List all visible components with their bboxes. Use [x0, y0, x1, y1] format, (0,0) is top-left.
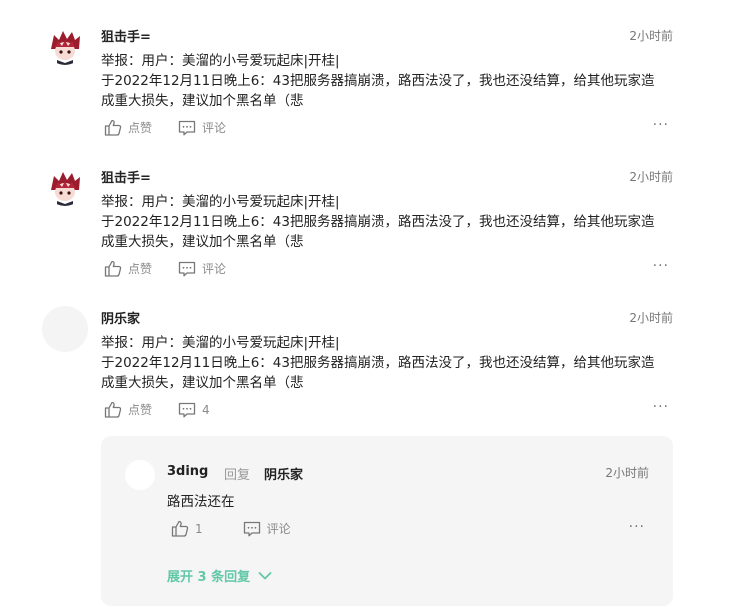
- comment-actions: 点赞 评论: [104, 119, 252, 136]
- thumbs-up-icon: [104, 119, 122, 136]
- author-name[interactable]: 狙击手=: [101, 167, 151, 186]
- comment-line: 于2022年12月11日晚上6：43把服务器搞崩溃，路西法没了，我也还没结算，给…: [101, 73, 655, 89]
- comment-line: 于2022年12月11日晚上6：43把服务器搞崩溃，路西法没了，我也还没结算，给…: [101, 355, 655, 371]
- comment-line: 举报：用户：美溜的小号爱玩起床|开桂|: [101, 53, 340, 69]
- comment-line: 举报：用户：美溜的小号爱玩起床|开桂|: [101, 335, 340, 351]
- thumbs-up-icon: [104, 401, 122, 418]
- author-name[interactable]: 狙击手=: [101, 26, 151, 45]
- like-button[interactable]: 点赞: [104, 260, 152, 277]
- like-count: 1: [195, 521, 203, 536]
- comment-line: 举报：用户：美溜的小号爱玩起床|开桂|: [101, 194, 340, 210]
- comment-icon: [178, 261, 196, 276]
- comment-time: 2小时前: [629, 311, 673, 325]
- comment-section: 狙击手= 2小时前 举报：用户：美溜的小号爱玩起床|开桂| 于2022年12月1…: [0, 0, 753, 607]
- comment-text: 举报：用户：美溜的小号爱玩起床|开桂| 于2022年12月11日晚上6：43把服…: [101, 51, 671, 111]
- comment-count: 4: [202, 402, 210, 417]
- more-options-button[interactable]: ···: [653, 117, 669, 133]
- thumbs-up-icon: [104, 260, 122, 277]
- comment-line: 成重大损失，建议加个黑名单（悲: [101, 234, 304, 250]
- chevron-down-icon: [258, 571, 272, 579]
- comment-button[interactable]: 4: [178, 402, 210, 418]
- comment-label: 评论: [266, 522, 291, 536]
- comment-button[interactable]: 评论: [178, 119, 226, 136]
- reply-actions: 1 评论: [171, 520, 317, 537]
- comment-time: 2小时前: [629, 170, 673, 184]
- reply-like-button[interactable]: 1: [171, 520, 203, 537]
- reply-to-label: 回复: [224, 468, 251, 483]
- reply-text: 路西法还在: [167, 494, 235, 510]
- comment-line: 成重大损失，建议加个黑名单（悲: [101, 375, 304, 391]
- comment-icon: [178, 402, 196, 417]
- author-name[interactable]: 阴乐家: [101, 308, 140, 327]
- more-options-button[interactable]: ···: [653, 258, 669, 274]
- comment-time: 2小时前: [629, 29, 673, 43]
- reply-avatar[interactable]: [125, 460, 155, 490]
- like-label: 点赞: [128, 403, 153, 417]
- avatar[interactable]: [46, 27, 84, 65]
- comment-actions: 点赞 4: [104, 401, 236, 418]
- reply-more-options-button[interactable]: ···: [629, 519, 645, 535]
- comment-button[interactable]: 评论: [178, 260, 226, 277]
- like-button[interactable]: 点赞: [104, 119, 152, 136]
- reply-thread: 3ding 回复 阴乐家 2小时前 路西法还在 1 评论 ··· 展开 3 条回…: [101, 436, 673, 606]
- like-label: 点赞: [128, 121, 153, 135]
- avatar[interactable]: [46, 168, 84, 206]
- comment-actions: 点赞 评论: [104, 260, 252, 277]
- comment-line: 成重大损失，建议加个黑名单（悲: [101, 93, 304, 109]
- comment-line: 于2022年12月11日晚上6：43把服务器搞崩溃，路西法没了，我也还没结算，给…: [101, 214, 655, 230]
- like-button[interactable]: 点赞: [104, 401, 152, 418]
- reply-time: 2小时前: [605, 466, 649, 480]
- comment-text: 举报：用户：美溜的小号爱玩起床|开桂| 于2022年12月11日晚上6：43把服…: [101, 333, 671, 393]
- like-label: 点赞: [128, 262, 153, 276]
- more-options-button[interactable]: ···: [653, 399, 669, 415]
- expand-replies-button[interactable]: 展开 3 条回复: [167, 566, 272, 585]
- reply-author-name[interactable]: 3ding: [167, 464, 208, 479]
- comment-icon: [178, 120, 196, 135]
- comment-icon: [243, 521, 260, 536]
- thumbs-up-icon: [171, 520, 189, 537]
- comment-label: 评论: [202, 121, 227, 135]
- comment-label: 评论: [202, 262, 227, 276]
- expand-label: 展开 3 条回复: [167, 570, 251, 585]
- avatar[interactable]: [42, 306, 88, 352]
- comment-text: 举报：用户：美溜的小号爱玩起床|开桂| 于2022年12月11日晚上6：43把服…: [101, 192, 671, 252]
- reply-target-name[interactable]: 阴乐家: [264, 464, 303, 483]
- reply-comment-button[interactable]: 评论: [243, 520, 291, 537]
